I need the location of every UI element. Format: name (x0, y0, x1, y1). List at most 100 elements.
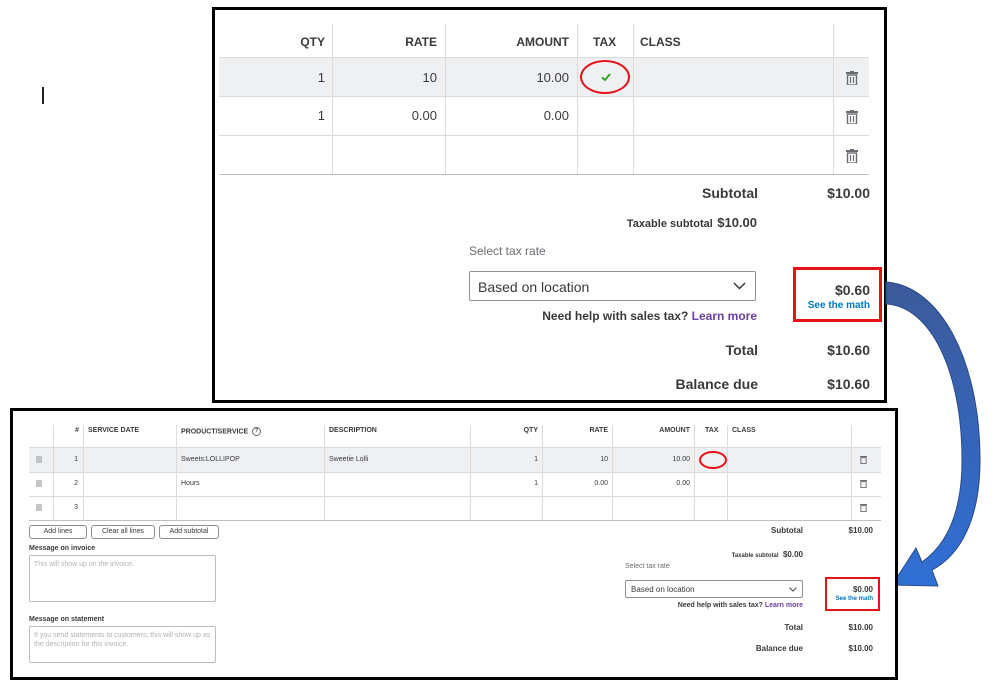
trash-icon[interactable] (860, 503, 867, 512)
row2-amount[interactable]: 0.00 (465, 108, 569, 123)
col-header-rate: RATE (405, 35, 437, 49)
see-the-math-link[interactable]: See the math (813, 596, 873, 602)
row1-amount[interactable]: 10.00 (623, 456, 690, 463)
product-service-label: PRODUCT/SERVICE (181, 428, 249, 436)
col-header-num: # (75, 427, 79, 434)
row2-product[interactable]: Hours (181, 480, 200, 487)
row-divider (29, 496, 881, 497)
row1-description[interactable]: Sweetie Lolli (329, 456, 368, 463)
tax-highlight-circle[interactable] (699, 451, 727, 469)
add-subtotal-button[interactable]: Add subtotal (159, 525, 219, 539)
total-label: Total (725, 342, 758, 358)
select-tax-rate-label: Select tax rate (625, 563, 670, 570)
see-the-math-link[interactable]: See the math (775, 300, 870, 311)
row-divider (219, 96, 869, 97)
col-divider (577, 24, 578, 174)
taxable-subtotal: Taxable subtotal $10.00 (595, 214, 757, 232)
taxable-subtotal-value: $0.00 (782, 550, 803, 559)
row1-qty[interactable]: 1 (483, 456, 538, 463)
row1-amount[interactable]: 10.00 (465, 70, 569, 85)
row2-qty[interactable]: 1 (275, 108, 325, 123)
row2-amount[interactable]: 0.00 (623, 480, 690, 487)
total-value: $10.00 (848, 623, 873, 632)
col-divider (83, 425, 84, 520)
col-divider (470, 425, 471, 520)
help-text: Need help with sales tax? (677, 602, 763, 609)
tax-amount-highlight-box (825, 577, 880, 611)
col-divider (633, 24, 634, 174)
total-value: $10.60 (827, 342, 870, 358)
col-divider (542, 425, 543, 520)
taxable-subtotal: Taxable subtotal $0.00 (673, 544, 803, 562)
row1-qty[interactable]: 1 (275, 70, 325, 85)
col-divider (727, 425, 728, 520)
tax-highlight-circle (580, 60, 630, 94)
col-header-qty: QTY (523, 427, 538, 434)
row-divider (219, 174, 869, 175)
clear-all-lines-button[interactable]: Clear all lines (91, 525, 155, 539)
tax-rate-dropdown[interactable]: Based on location (469, 271, 756, 301)
col-header-description: DESCRIPTION (329, 427, 377, 434)
add-lines-button[interactable]: Add lines (29, 525, 87, 539)
message-on-invoice-input[interactable]: This will show up on the invoice. (29, 555, 216, 602)
col-header-tax: TAX (705, 427, 719, 434)
total-label: Total (784, 623, 803, 632)
table-row-highlight (29, 448, 881, 472)
help-circle-icon[interactable]: ? (252, 427, 262, 436)
balance-due-value: $10.00 (848, 644, 873, 653)
col-divider (176, 425, 177, 520)
learn-more-link[interactable]: Learn more (692, 309, 757, 323)
drag-handle-icon[interactable] (36, 456, 42, 463)
balance-due-value: $10.60 (827, 376, 870, 392)
row1-rate[interactable]: 10 (355, 70, 437, 85)
trash-icon[interactable] (860, 479, 867, 488)
message-on-statement-label: Message on statement (29, 616, 105, 623)
col-header-rate: RATE (589, 427, 608, 434)
tax-rate-selected: Based on location (631, 585, 695, 594)
balance-due-label: Balance due (675, 376, 758, 392)
full-invoice-panel: # SERVICE DATE PRODUCT/SERVICE ? DESCRIP… (10, 408, 898, 680)
tax-amount: $0.60 (834, 282, 870, 298)
learn-more-link[interactable]: Learn more (765, 602, 803, 609)
trash-icon[interactable] (846, 149, 858, 163)
subtotal-value: $10.00 (827, 185, 870, 201)
row2-qty[interactable]: 1 (483, 480, 538, 487)
taxable-subtotal-label: Taxable subtotal (626, 218, 713, 230)
col-divider (612, 425, 613, 520)
tax-rate-selected: Based on location (478, 279, 590, 295)
col-divider (694, 425, 695, 520)
col-header-class: CLASS (732, 427, 756, 434)
sales-tax-help: Need help with sales tax? Learn more (515, 309, 757, 323)
row-divider (29, 520, 881, 521)
taxable-subtotal-label: Taxable subtotal (731, 553, 779, 559)
row2-rate[interactable]: 0.00 (553, 480, 608, 487)
row-divider (219, 135, 869, 136)
col-header-tax: TAX (593, 35, 617, 49)
tax-amount: $0.00 (852, 585, 873, 594)
select-tax-rate-label: Select tax rate (469, 244, 546, 258)
drag-handle-icon[interactable] (36, 504, 42, 511)
tax-rate-dropdown[interactable]: Based on location (625, 580, 803, 598)
trash-icon[interactable] (860, 455, 867, 464)
col-header-service-date: SERVICE DATE (88, 427, 140, 434)
chevron-down-icon (733, 282, 746, 290)
col-divider (324, 425, 325, 520)
col-header-amount: AMOUNT (659, 427, 690, 434)
row1-rate[interactable]: 10 (553, 456, 608, 463)
subtotal-value: $10.00 (848, 526, 873, 535)
subtotal-label: Subtotal (702, 185, 758, 201)
chevron-down-icon (789, 587, 797, 592)
row-divider (29, 472, 881, 473)
drag-handle-icon[interactable] (36, 480, 42, 487)
trash-icon[interactable] (846, 110, 858, 124)
col-divider (851, 425, 852, 520)
col-divider (332, 24, 333, 174)
zoomed-invoice-panel: QTY RATE AMOUNT TAX CLASS 1 10 10.00 1 0… (212, 7, 887, 403)
col-header-amount: AMOUNT (516, 35, 569, 49)
subtotal-label: Subtotal (771, 526, 803, 535)
trash-icon[interactable] (846, 71, 858, 85)
message-on-statement-input[interactable]: If you send statements to customers, thi… (29, 626, 216, 663)
row1-product[interactable]: Sweets:LOLLIPOP (181, 456, 240, 463)
row2-rate[interactable]: 0.00 (355, 108, 437, 123)
message-on-invoice-label: Message on invoice (29, 545, 96, 552)
